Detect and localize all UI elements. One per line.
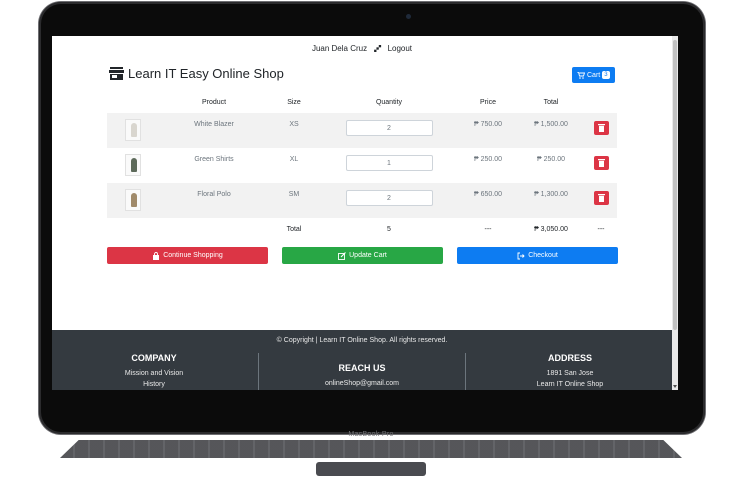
quantity-cell (319, 113, 459, 148)
keyboard (60, 440, 682, 458)
table-row: Floral Polo SM ₱ 650.00 ₱ 1,300.00 (107, 183, 617, 218)
product-size: XS (269, 113, 319, 148)
product-price: ₱ 750.00 (459, 113, 517, 148)
continue-shopping-button[interactable]: Continue Shopping (107, 247, 268, 264)
total-label: Total (286, 226, 302, 233)
header-price: Price (480, 99, 496, 106)
remove-cell (585, 113, 617, 148)
edit-icon (338, 251, 347, 260)
table-row: White Blazer XS ₱ 750.00 ₱ 1,500.00 (107, 113, 617, 148)
sign-out-icon[interactable] (374, 45, 382, 52)
product-thumbnail-cell (107, 148, 159, 183)
company-link-mission[interactable]: Mission and Vision (54, 368, 254, 379)
remove-cell (585, 183, 617, 218)
brand-name: Learn IT Easy Online Shop (128, 66, 284, 81)
brand[interactable]: Learn IT Easy Online Shop (109, 66, 284, 81)
site-footer: © Copyright | Learn IT Online Shop. All … (52, 330, 672, 390)
update-cart-label: Update Cart (349, 252, 387, 259)
user-name: Juan Dela Cruz (311, 44, 368, 53)
cart-button[interactable]: Cart 3 (572, 67, 615, 83)
product-thumbnail-cell (107, 183, 159, 218)
update-cart-button[interactable]: Update Cart (282, 247, 443, 264)
shopping-bag-icon (153, 251, 160, 260)
line-total: ₱ 1,300.00 (517, 183, 585, 218)
scrollbar-thumb[interactable] (673, 40, 677, 330)
checkout-button[interactable]: Checkout (457, 247, 618, 264)
table-row: Green Shirts XL ₱ 250.00 ₱ 250.00 (107, 148, 617, 183)
shopping-cart-icon (577, 71, 585, 79)
product-name: White Blazer (159, 113, 269, 148)
total-price-placeholder: --- (484, 226, 492, 233)
total-quantity: 5 (387, 226, 391, 233)
table-header-row: Product Size Quantity Price Total (107, 92, 617, 113)
line-total: ₱ 1,500.00 (517, 113, 585, 148)
quantity-cell (319, 183, 459, 218)
copyright-text: © Copyright | Learn IT Online Shop. All … (276, 337, 448, 344)
device-label: MacBook Pro (348, 431, 394, 438)
footer-divider (258, 353, 259, 390)
quantity-cell (319, 148, 459, 183)
remove-cell (585, 148, 617, 183)
trash-icon (597, 124, 605, 132)
header-quantity: Quantity (375, 99, 403, 106)
trash-icon (597, 194, 605, 202)
footer-divider (465, 353, 466, 390)
remove-item-button[interactable] (593, 121, 609, 135)
trash-icon (597, 159, 605, 167)
header-product: Product (201, 99, 227, 106)
address-line-1: 1891 San Jose (546, 370, 594, 377)
page-scrollbar[interactable] (672, 36, 678, 390)
camera-dot (406, 14, 411, 19)
product-thumbnail[interactable] (125, 154, 141, 176)
total-action-placeholder: --- (597, 226, 605, 233)
product-thumbnail[interactable] (125, 119, 141, 141)
product-size: XL (289, 156, 299, 163)
quantity-input[interactable] (345, 155, 433, 171)
top-nav: Juan Dela Cruz Logout (52, 44, 672, 53)
browser-viewport: Juan Dela Cruz Logout Learn IT Easy Onli… (52, 36, 678, 390)
address-title: ADDRESS (547, 353, 592, 363)
remove-item-button[interactable] (593, 156, 609, 170)
cart-label: Cart (587, 71, 601, 79)
total-row: Total 5 --- ₱ 3,050.00 --- (107, 218, 617, 242)
grand-total: ₱ 3,050.00 (534, 226, 568, 233)
header-size: Size (287, 99, 301, 106)
product-name: Green Shirts (194, 156, 234, 163)
cart-actions: Continue Shopping Update Cart Checkout (107, 247, 618, 264)
product-thumbnail[interactable] (125, 189, 141, 211)
header-image (107, 92, 159, 113)
continue-shopping-label: Continue Shopping (163, 252, 223, 259)
company-title: COMPANY (131, 353, 177, 363)
footer-address: ADDRESS 1891 San Jose Learn IT Online Sh… (470, 353, 670, 390)
store-icon (109, 67, 124, 80)
header-action (585, 92, 617, 113)
cart-count-badge: 3 (602, 71, 610, 79)
checkout-label: Checkout (528, 252, 558, 259)
product-size: SM (269, 183, 319, 218)
sign-out-icon (517, 252, 525, 259)
logout-link[interactable]: Logout (388, 44, 412, 53)
scroll-down-arrow-icon[interactable] (673, 385, 677, 388)
header-total: Total (543, 99, 559, 106)
remove-item-button[interactable] (593, 191, 609, 205)
footer-company: COMPANY Mission and Vision History (54, 353, 254, 390)
address-line-2: Learn IT Online Shop (536, 381, 604, 388)
footer-reach-us: REACH US onlineShop@gmail.com (262, 363, 462, 389)
reach-us-email[interactable]: onlineShop@gmail.com (262, 378, 462, 389)
reach-us-title: REACH US (338, 363, 386, 373)
product-thumbnail-cell (107, 113, 159, 148)
product-price: ₱ 650.00 (459, 183, 517, 218)
quantity-input[interactable] (345, 190, 433, 206)
quantity-input[interactable] (345, 120, 433, 136)
line-total: ₱ 250.00 (536, 156, 566, 163)
trackpad (316, 462, 426, 476)
company-link-history[interactable]: History (54, 379, 254, 390)
product-name: Floral Polo (159, 183, 269, 218)
product-price: ₱ 250.00 (473, 156, 503, 163)
cart-table: Product Size Quantity Price Total White … (107, 92, 617, 242)
